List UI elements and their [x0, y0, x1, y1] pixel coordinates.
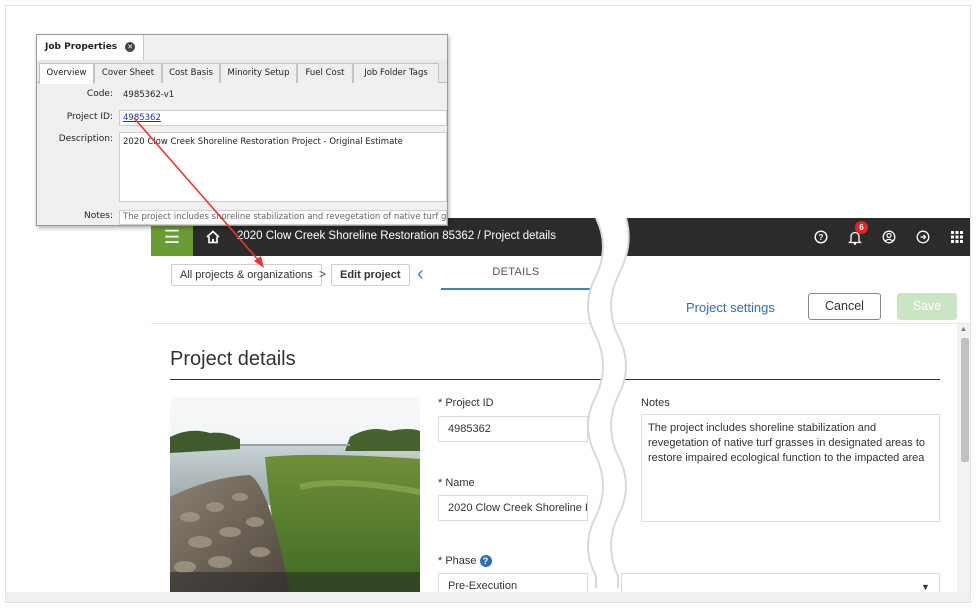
screenshot-frame: ☰ 2020 Clow Creek Shoreline Restoration … — [5, 5, 971, 603]
close-icon[interactable]: ✕ — [125, 41, 136, 52]
help-icon[interactable]: ? — [811, 227, 831, 247]
dialog-title: Job Properties — [45, 42, 118, 52]
page-title: Project details — [170, 348, 296, 370]
chevron-left-icon[interactable]: ‹ — [417, 263, 424, 286]
svg-text:?: ? — [819, 233, 824, 242]
notes-field[interactable]: The project includes shoreline stabiliza… — [641, 414, 940, 522]
chevron-down-icon[interactable]: ▼ — [921, 582, 930, 592]
breadcrumb-title: 2020 Clow Creek Shoreline Restoration 85… — [237, 230, 556, 242]
notes-label: Notes: — [83, 211, 113, 221]
bottom-strip — [6, 592, 970, 602]
project-settings-link[interactable]: Project settings — [686, 300, 775, 315]
bell-icon[interactable]: 6 — [845, 221, 868, 247]
tab-overview[interactable]: Overview — [39, 63, 94, 84]
project-photo — [170, 397, 420, 594]
question-circle-icon[interactable]: ? — [479, 555, 492, 568]
project-id-label: Project ID: — [66, 112, 113, 122]
name-field[interactable]: 2020 Clow Creek Shoreline R — [438, 495, 588, 521]
job-properties-dialog: Job Properties ✕ Overview Cover Sheet Cos… — [36, 34, 448, 226]
breadcrumb-separator: > — [319, 267, 327, 281]
cancel-button[interactable]: Cancel — [808, 293, 881, 320]
dialog-tab-strip: Overview Cover Sheet Cost Basis Minority… — [37, 60, 447, 84]
all-projects-button[interactable]: All projects & organizations — [171, 264, 322, 286]
scrollbar-thumb[interactable] — [961, 338, 969, 462]
save-button[interactable]: Save — [897, 293, 957, 320]
project-id-field[interactable]: 4985362 — [119, 110, 447, 126]
name-label: * Name — [438, 477, 475, 489]
title-divider — [170, 379, 940, 380]
project-id-field[interactable]: 4985362 — [438, 416, 588, 442]
project-id-link[interactable]: 4985362 — [123, 113, 161, 123]
description-label: Description: — [58, 134, 113, 144]
scroll-up-icon[interactable]: ▲ — [960, 326, 967, 333]
tab-cost-basis[interactable]: Cost Basis — [162, 63, 220, 83]
tab-fuel-cost[interactable]: Fuel Cost — [297, 63, 353, 83]
user-icon[interactable] — [879, 227, 899, 247]
phase-select-right[interactable] — [621, 573, 940, 594]
notes-label: Notes — [641, 397, 670, 409]
tab-cover-sheet[interactable]: Cover Sheet — [94, 63, 162, 83]
home-icon[interactable] — [205, 229, 221, 245]
edit-project-button[interactable]: Edit project — [331, 264, 410, 286]
apps-grid-icon[interactable] — [947, 227, 967, 247]
description-field[interactable]: 2020 Clow Creek Shoreline Restoration Pr… — [119, 132, 447, 202]
tab-minority-setup[interactable]: Minority Setup — [220, 63, 297, 83]
tab-job-folder-tags[interactable]: Job Folder Tags — [353, 63, 439, 83]
dialog-title-bar: Job Properties ✕ — [37, 35, 447, 60]
phase-label: * Phase? — [438, 555, 492, 568]
tab-details[interactable]: DETAILS — [441, 256, 591, 290]
action-bar: Project settings Cancel Save — [151, 290, 970, 324]
phase-label-text: * Phase — [438, 555, 477, 567]
dialog-title-tab[interactable]: Job Properties ✕ — [37, 35, 145, 60]
logout-icon[interactable] — [913, 227, 933, 247]
project-details-form: Project details * Project ID 4985362 * N… — [151, 324, 970, 594]
code-value: 4985362-v1 — [119, 87, 447, 103]
notification-count-badge: 6 — [855, 221, 868, 234]
phase-select[interactable]: Pre-Execution — [438, 573, 588, 594]
web-app: ☰ 2020 Clow Creek Shoreline Restoration … — [151, 218, 970, 594]
notes-field[interactable]: The project includes shoreline stabiliza… — [119, 210, 447, 225]
project-id-label: * Project ID — [438, 397, 494, 409]
code-label: Code: — [86, 89, 113, 99]
